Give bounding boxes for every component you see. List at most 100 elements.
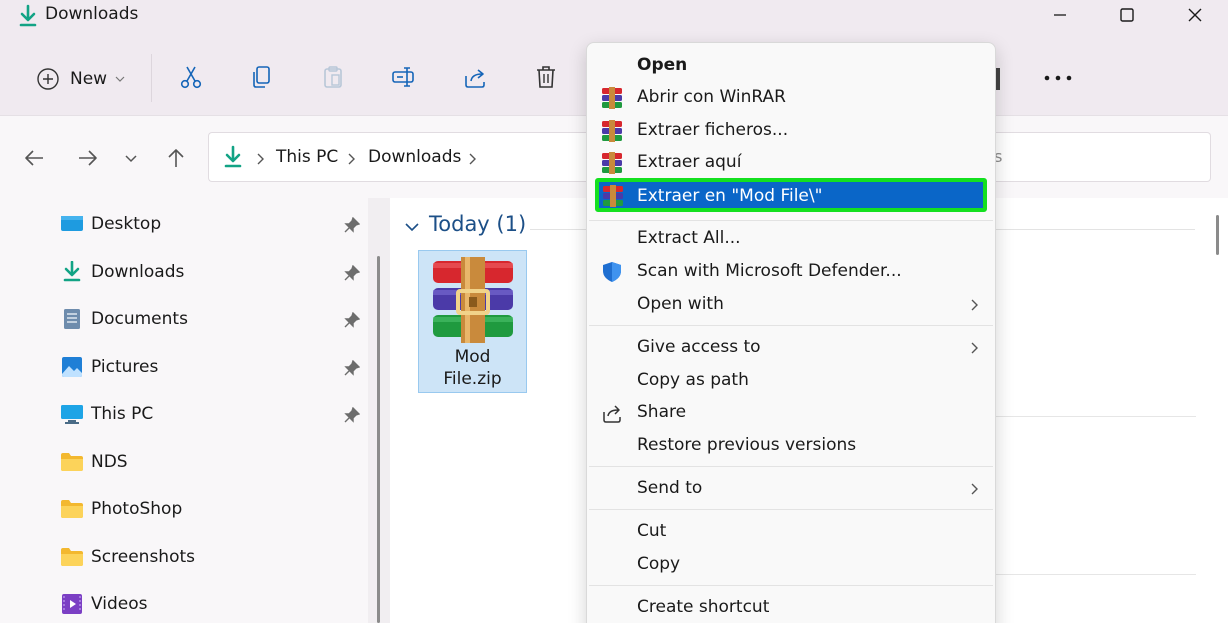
chevron-right-icon[interactable]: [255, 152, 265, 166]
menu-item-give-access-to[interactable]: Give access to: [587, 332, 995, 364]
navigation-pane: Desktop Downloads Documents Pictures Thi…: [0, 198, 368, 623]
pin-icon[interactable]: [344, 407, 360, 423]
menu-item-cut[interactable]: Cut: [587, 516, 995, 548]
close-icon: [1188, 8, 1202, 22]
monitor-icon: [61, 405, 83, 424]
maximize-icon: [1120, 8, 1134, 22]
forward-arrow-icon[interactable]: [76, 146, 100, 170]
cut-icon[interactable]: [178, 64, 204, 90]
sidebar-item-screenshots[interactable]: Screenshots: [58, 540, 368, 576]
sidebar-item-label: PhotoShop: [91, 499, 183, 519]
menu-item-open-with[interactable]: Open with: [587, 289, 995, 321]
menu-item-scan-defender[interactable]: Scan with Microsoft Defender...: [587, 256, 995, 288]
menu-item-extraer-ficheros[interactable]: Extraer ficheros...: [587, 115, 995, 147]
download-icon: [19, 4, 37, 27]
folder-icon: [61, 548, 83, 566]
recent-locations-chevron-icon[interactable]: [122, 146, 140, 170]
winrar-icon: [602, 152, 622, 174]
sidebar-item-label: Videos: [91, 594, 148, 614]
toolbar-divider: [151, 54, 152, 102]
plus-circle-icon: [37, 68, 59, 90]
videos-icon: [62, 594, 82, 614]
menu-item-extract-all[interactable]: Extract All...: [587, 223, 995, 255]
menu-item-label: Share: [637, 402, 687, 422]
file-name-line: File.zip: [443, 369, 502, 389]
chevron-down-icon[interactable]: [404, 220, 420, 234]
rename-icon[interactable]: [391, 64, 417, 90]
menu-item-create-shortcut[interactable]: Create shortcut: [587, 592, 995, 623]
menu-item-label: Open: [637, 55, 688, 75]
search-input[interactable]: ds: [984, 132, 1211, 182]
pin-icon[interactable]: [344, 360, 360, 376]
maximize-button[interactable]: [1093, 0, 1161, 30]
defender-shield-icon: [603, 262, 621, 282]
sidebar-item-desktop[interactable]: Desktop: [58, 207, 368, 243]
menu-item-label: Restore previous versions: [637, 435, 857, 455]
menu-item-label: Send to: [637, 478, 703, 498]
sidebar-item-nds[interactable]: NDS: [58, 445, 368, 481]
up-arrow-icon[interactable]: [164, 146, 188, 170]
file-name: Mod File.zip: [419, 346, 526, 390]
minimize-button[interactable]: [1026, 0, 1094, 30]
menu-item-label: Extraer en "Mod File\": [637, 186, 823, 206]
menu-item-share[interactable]: Share: [587, 397, 995, 429]
minimize-icon: [1054, 14, 1066, 16]
group-header-today[interactable]: Today (1): [429, 212, 526, 236]
menu-item-extraer-en-mod-file[interactable]: Extraer en "Mod File\": [595, 178, 987, 212]
folder-icon: [61, 453, 83, 471]
sidebar-item-downloads[interactable]: Downloads: [58, 255, 368, 291]
more-options-icon[interactable]: [1042, 68, 1074, 88]
menu-item-label: Scan with Microsoft Defender...: [637, 261, 902, 281]
address-bar[interactable]: This PC Downloads: [208, 132, 588, 182]
close-button[interactable]: [1161, 0, 1228, 30]
sidebar-item-videos[interactable]: Videos: [58, 587, 368, 623]
menu-item-extraer-aqui[interactable]: Extraer aquí: [587, 147, 995, 179]
winrar-archive-icon: [433, 257, 513, 343]
share-icon[interactable]: [462, 64, 488, 90]
file-item-mod-file-zip[interactable]: Mod File.zip: [418, 250, 527, 393]
menu-separator: [589, 325, 993, 326]
document-icon: [64, 309, 80, 329]
pin-icon[interactable]: [344, 217, 360, 233]
menu-item-copy[interactable]: Copy: [587, 549, 995, 581]
back-arrow-icon[interactable]: [22, 146, 46, 170]
menu-separator: [589, 585, 993, 586]
pin-icon[interactable]: [344, 265, 360, 281]
sidebar-item-label: Pictures: [91, 357, 159, 377]
menu-item-copy-as-path[interactable]: Copy as path: [587, 365, 995, 397]
sidebar-item-this-pc[interactable]: This PC: [58, 397, 368, 433]
chevron-right-icon: [971, 299, 978, 311]
pictures-icon: [62, 357, 82, 377]
pin-icon[interactable]: [344, 312, 360, 328]
desktop-icon: [61, 216, 83, 231]
menu-item-send-to[interactable]: Send to: [587, 473, 995, 505]
copy-icon[interactable]: [249, 64, 275, 90]
chevron-right-icon[interactable]: [346, 152, 356, 166]
menu-item-label: Give access to: [637, 337, 761, 357]
sidebar-item-label: Screenshots: [91, 547, 196, 567]
new-button[interactable]: New: [30, 62, 131, 96]
trash-icon[interactable]: [533, 64, 559, 90]
menu-item-label: Extraer aquí: [637, 152, 742, 172]
paste-icon[interactable]: [320, 64, 346, 90]
row-divider: [996, 574, 1196, 575]
breadcrumb-this-pc[interactable]: This PC: [276, 147, 338, 167]
menu-item-abrir-con-winrar[interactable]: Abrir con WinRAR: [587, 82, 995, 114]
breadcrumb-downloads[interactable]: Downloads: [368, 147, 461, 167]
menu-item-open[interactable]: Open: [587, 50, 995, 82]
sidebar-item-label: Documents: [91, 309, 188, 329]
sidebar-item-documents[interactable]: Documents: [58, 302, 368, 338]
menu-item-label: Copy as path: [637, 370, 749, 390]
sidebar-scrollbar[interactable]: [377, 256, 380, 623]
menu-item-label: Extraer ficheros...: [637, 120, 789, 140]
sidebar-item-label: NDS: [91, 452, 128, 472]
menu-item-label: Cut: [637, 521, 667, 541]
chevron-down-icon: [115, 76, 125, 82]
file-pane-scrollbar[interactable]: [1216, 215, 1219, 255]
sidebar-item-pictures[interactable]: Pictures: [58, 350, 368, 386]
sidebar-item-photoshop[interactable]: PhotoShop: [58, 492, 368, 528]
menu-item-restore-previous-versions[interactable]: Restore previous versions: [587, 430, 995, 462]
menu-item-label: Copy: [637, 554, 681, 574]
winrar-icon: [602, 120, 622, 142]
chevron-right-icon[interactable]: [467, 152, 477, 166]
